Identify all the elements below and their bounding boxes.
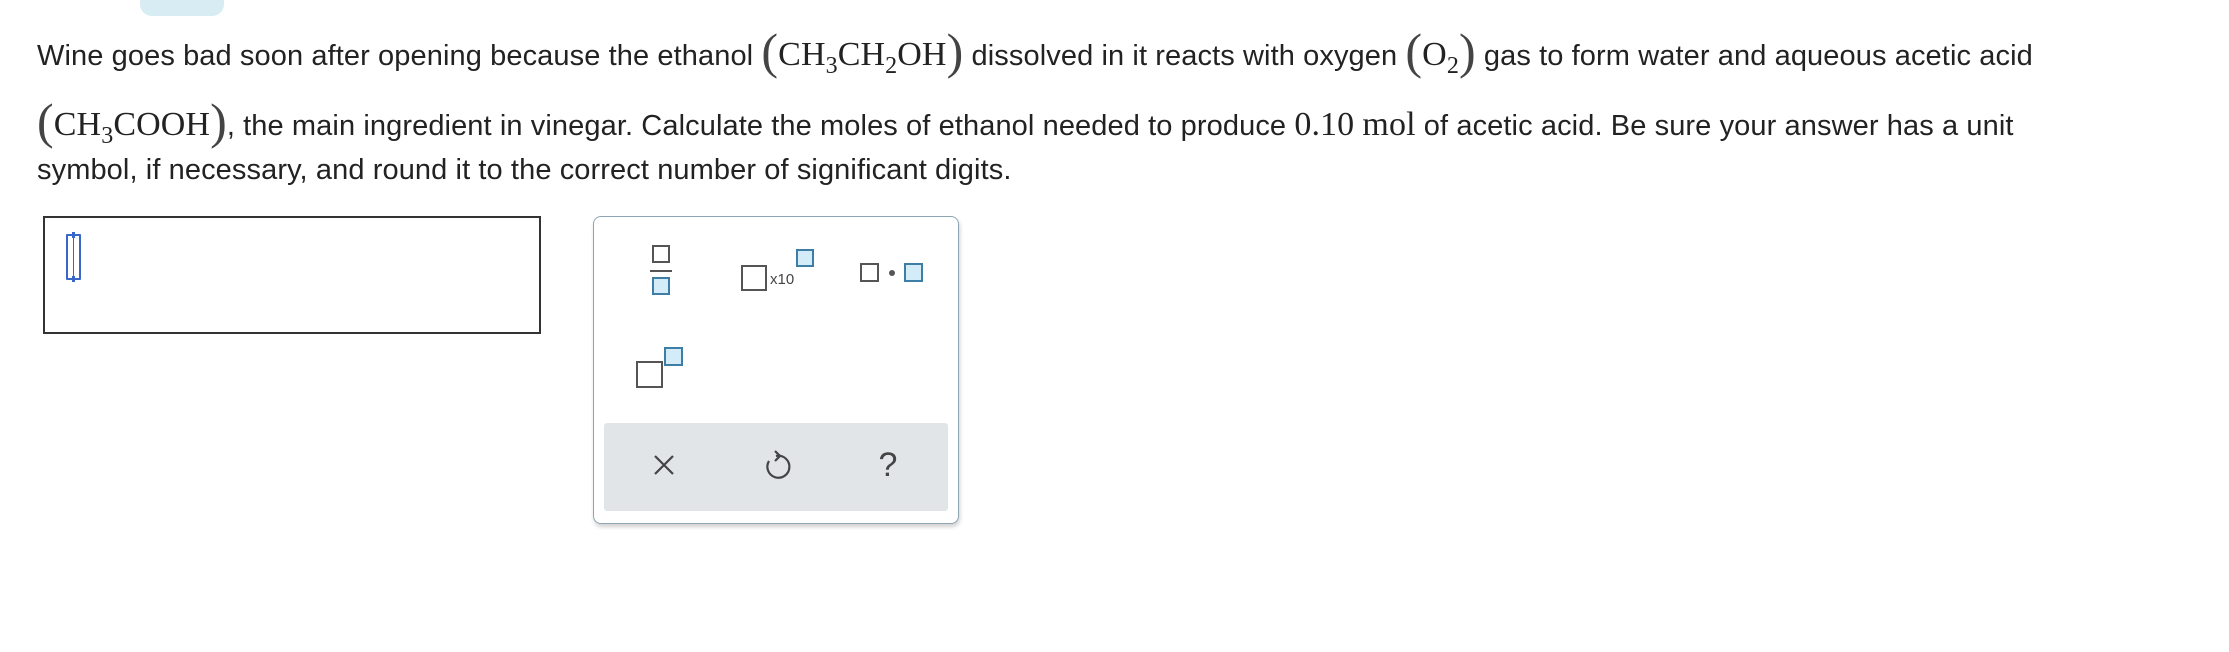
ethanol-formula: (CH3CH2OH) (761, 23, 964, 79)
fraction-icon[interactable] (650, 245, 672, 297)
palette-action-bar: ? (604, 423, 948, 511)
scientific-notation-icon[interactable]: x10 (741, 249, 817, 293)
quantity-unit: mol (1362, 106, 1416, 143)
svg-text:?: ? (879, 446, 898, 484)
math-palette: x10 ? (593, 216, 959, 524)
quantity-value: 0.10 (1294, 106, 1355, 143)
x10-label: x10 (770, 271, 795, 288)
answer-input[interactable] (43, 216, 541, 334)
question-text: Wine goes bad soon after opening because… (37, 18, 2227, 188)
question-part-1: Wine goes bad soon after opening because… (37, 40, 754, 72)
top-tab[interactable] (140, 0, 224, 16)
question-part-2: dissolved in it reacts with oxygen (971, 40, 1398, 72)
help-icon[interactable]: ? (866, 443, 910, 487)
question-part-4: , the main ingredient in vinegar. Calcul… (226, 110, 1287, 142)
undo-icon[interactable] (754, 443, 798, 487)
multiplication-dot-icon[interactable] (860, 261, 928, 285)
acetic-acid-formula: (CH3COOH) (37, 93, 227, 149)
clear-icon[interactable] (642, 443, 686, 487)
oxygen-formula: (O2) (1405, 23, 1476, 79)
question-part-3: gas to form water and aqueous acetic aci… (1483, 40, 2033, 72)
question-part-5: of acetic acid. Be sure your answer has … (1423, 110, 2014, 142)
superscript-icon[interactable] (636, 347, 688, 391)
question-part-6: symbol, if necessary, and round it to th… (37, 154, 1012, 186)
text-cursor (66, 232, 81, 282)
